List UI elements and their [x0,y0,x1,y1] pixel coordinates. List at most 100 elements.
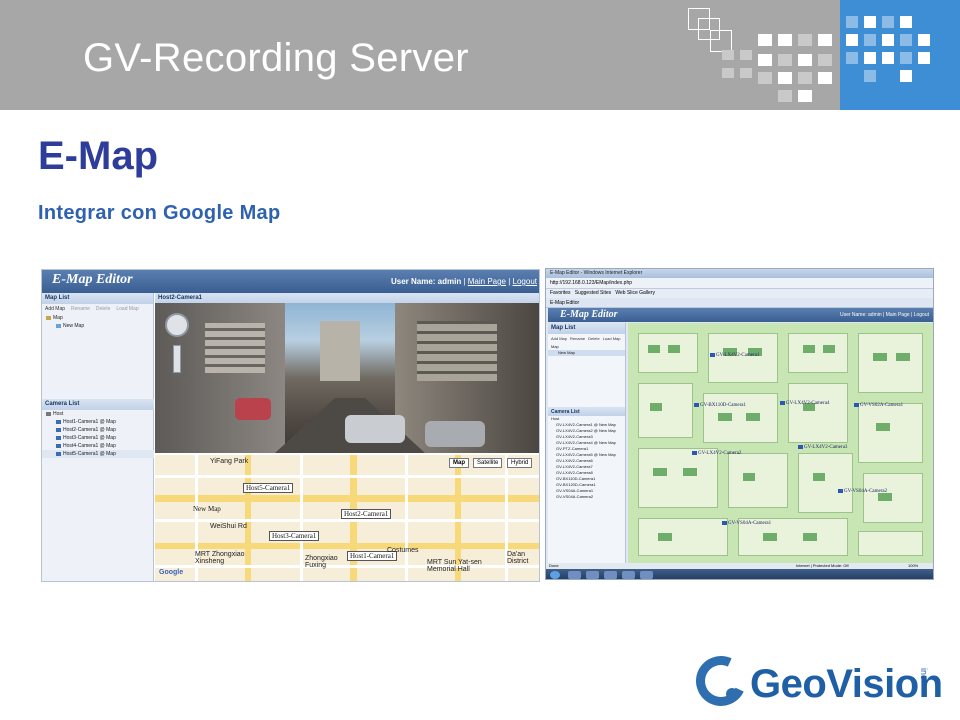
right-panel: Host2-Camera1 Map Satellite Hybrid Host5… [155,293,539,581]
camera-icon [56,451,61,456]
user-label: User Name: admin [390,277,462,286]
camera-item[interactable]: Host2-Camera1 @ Map [42,426,154,434]
google-logo: Google [159,569,184,576]
deco-square [778,72,792,84]
tree-item-new-map[interactable]: New Map [548,350,625,356]
desk [650,403,662,411]
user-bar[interactable]: User Name: admin | Main Page | Logout [840,312,929,318]
camera-item[interactable]: Host5-Camera1 @ Map [42,450,154,458]
camera-item[interactable]: Host3-Camera1 @ Map [42,434,154,442]
map-camera-label[interactable]: Host5-Camera1 [243,483,294,493]
floor-plan[interactable]: GV-LX4V2-Camera1 GV-BX110D-Camera1 GV-LX… [628,323,933,563]
taskbar-app-icon[interactable] [586,571,599,579]
app-brand: E-Map Editor [52,272,133,287]
taskbar-app-icon[interactable] [568,571,581,579]
room [858,531,923,556]
deco-square [758,72,772,84]
deco-square [758,34,772,46]
map-camera-label[interactable]: Host3-Camera1 [269,531,320,541]
deco-square [722,50,734,60]
add-map-button[interactable]: Add Map [45,306,65,312]
room [638,333,698,373]
floor-camera[interactable]: GV-BX110D-Camera1 [694,403,746,408]
delete-button[interactable]: Delete [588,336,600,342]
deco-square [778,34,792,46]
browser-tab[interactable]: E-Map Editor [546,298,933,308]
camera-list: Camera List Host Host1-Camera1 @ Map Hos… [42,399,154,458]
zoom-level[interactable]: 100% [908,563,918,568]
map-type-satellite[interactable]: Satellite [473,458,503,468]
load-map-button[interactable]: Load Map [603,336,621,342]
camera-item[interactable]: Host4-Camera1 @ Map [42,442,154,450]
taskbar-app-icon[interactable] [622,571,635,579]
suggested-sites-link[interactable]: Suggested Sites [575,290,611,296]
desk [763,533,777,541]
logout-link[interactable]: Logout [513,277,537,286]
map-label: MRT Sun Yat-sen Memorial Hall [427,559,482,573]
room [798,453,853,513]
delete-button[interactable]: Delete [96,306,110,312]
taskbar-app-icon[interactable] [640,571,653,579]
deco-square [882,34,894,46]
google-map[interactable]: Map Satellite Hybrid Host5-Camera1 Host2… [155,455,539,581]
car [235,398,271,420]
deco-square [740,50,752,60]
room [788,383,848,443]
taskbar [546,569,933,579]
map-camera-label[interactable]: Host2-Camera1 [341,509,392,519]
address-bar[interactable]: http://192.168.0.123/EMap/index.php [546,278,933,289]
map-toolbar: Add Map Rename Delete Load Map [548,334,625,344]
desk [896,353,910,361]
favorites-bar: Favorites Suggested Sites Web Slice Gall… [546,289,933,298]
desk [718,413,732,421]
map-newmap-label[interactable]: New Map [191,505,223,513]
start-icon[interactable] [550,571,560,579]
road [155,495,539,502]
deco-square [778,90,792,102]
app-brand: E-Map Editor [560,309,618,320]
deco-square [798,34,812,46]
map-type-map[interactable]: Map [449,458,469,468]
taskbar-app-icon[interactable] [604,571,617,579]
rename-button[interactable]: Rename [71,306,90,312]
favorites-link[interactable]: Favorites [550,290,571,296]
tree-item-map[interactable]: Map [42,314,153,322]
room [788,333,848,373]
floor-camera[interactable]: GV-LX4V2-Camera1 [710,353,759,358]
user-bar: User Name: admin | Main Page | Logout [390,277,537,286]
nav-control-icon[interactable] [165,313,189,337]
deco-square [710,30,732,52]
camera-list-header: Camera List [548,407,625,416]
floor-camera[interactable]: GV-LX4V2-Camera3 [798,445,847,450]
zoom-slider[interactable] [173,345,181,373]
deco-square [798,54,812,66]
deco-square [864,34,876,46]
floor-camera[interactable]: GV-LX4V2-Camera4 [780,401,829,406]
floor-camera[interactable]: GV-LX4V2-Camera2 [692,451,741,456]
main-page-link[interactable]: Main Page [468,277,506,286]
desk [876,423,890,431]
street [155,519,539,522]
map-label: WeiShui Rd [210,523,247,530]
camera-item[interactable]: Host1-Camera1 @ Map [42,418,154,426]
room [858,403,923,463]
floor-camera[interactable]: GV-VS04A-Camera1 [722,521,771,526]
app-header: E-Map Editor User Name: admin | Main Pag… [42,270,539,293]
floor-camera[interactable]: GV-VS04A-Camera2 [838,489,887,494]
map-toolbar: Add Map Rename Delete Load Map [42,304,153,314]
deco-square [740,68,752,78]
desk [803,533,817,541]
tree-item-host[interactable]: Host [42,410,154,418]
floor-camera[interactable]: GV-VS02A-Camera1 [854,403,903,408]
rename-button[interactable]: Rename [570,336,585,342]
load-map-button[interactable]: Load Map [116,306,138,312]
camera-list: Camera List Host GV-LX4V2-Camera1 @ New … [548,407,625,500]
web-slice-link[interactable]: Web Slice Gallery [615,290,655,296]
add-map-button[interactable]: Add Map [551,336,567,342]
map-type-hybrid[interactable]: Hybrid [507,458,533,468]
camera-item[interactable]: GV-VS04A-Camera2 [548,494,625,500]
left-panel: Map List Add Map Rename Delete Load Map … [548,323,626,563]
car [345,415,405,443]
map-label: MRT Zhongxiao Xinsheng [195,551,245,565]
tree-item-new-map[interactable]: New Map [42,322,153,330]
